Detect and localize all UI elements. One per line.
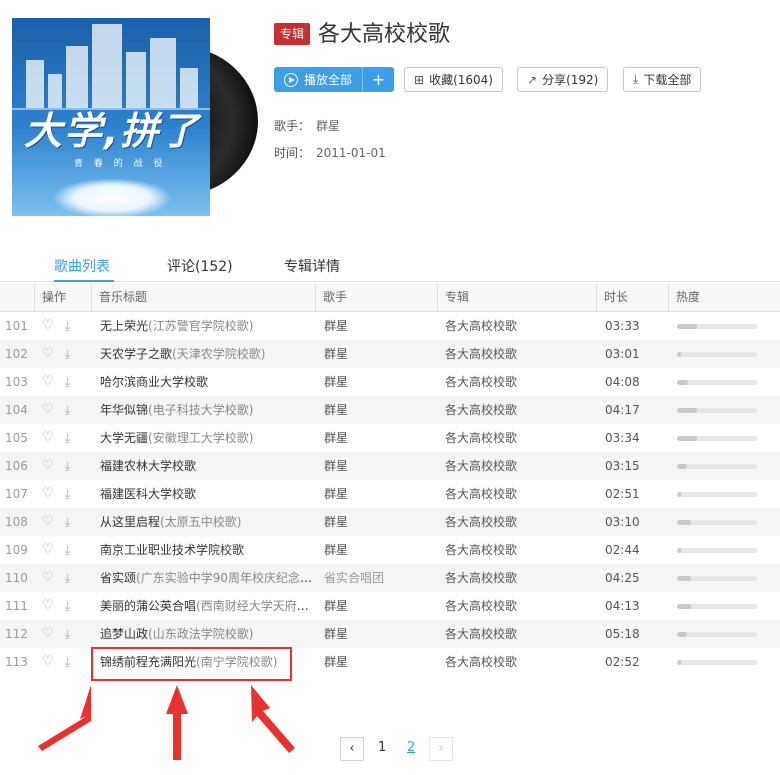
arrow-right <box>251 685 295 753</box>
annotation-arrows <box>38 685 295 760</box>
next-page-button[interactable]: › <box>429 737 453 761</box>
page-2-current[interactable]: 2 <box>407 740 415 755</box>
arrow-left <box>38 685 91 751</box>
arrow-middle <box>166 685 188 760</box>
page-1-link[interactable]: 1 <box>378 740 386 755</box>
prev-page-button[interactable]: ‹ <box>340 737 364 761</box>
